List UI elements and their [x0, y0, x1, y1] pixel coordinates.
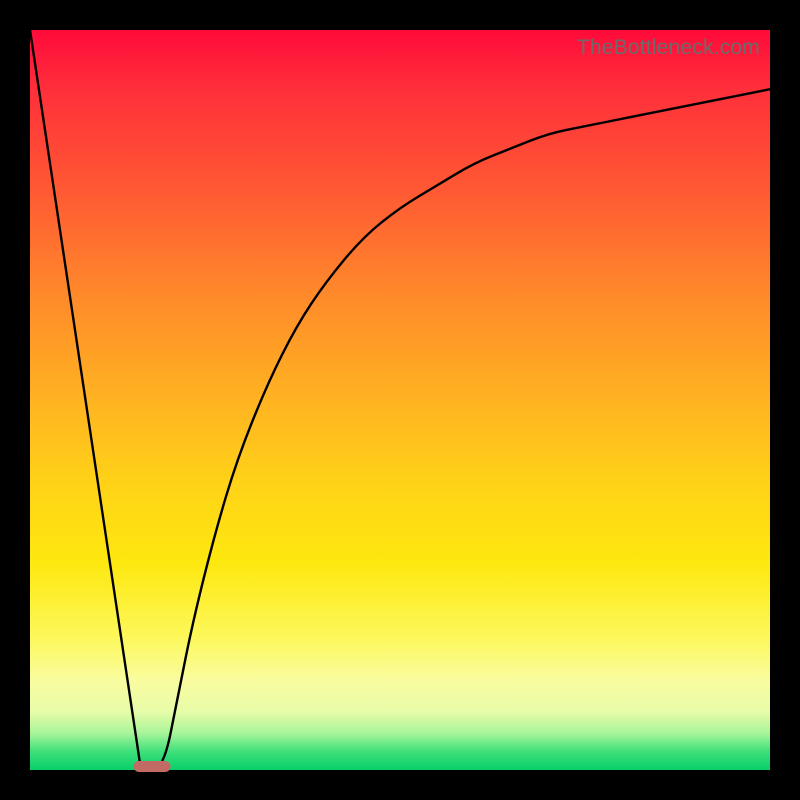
chart-frame: TheBottleneck.com — [0, 0, 800, 800]
plot-area: TheBottleneck.com — [30, 30, 770, 770]
chart-overlay — [30, 30, 770, 770]
min-marker — [134, 761, 171, 772]
chart-curve — [30, 30, 770, 770]
